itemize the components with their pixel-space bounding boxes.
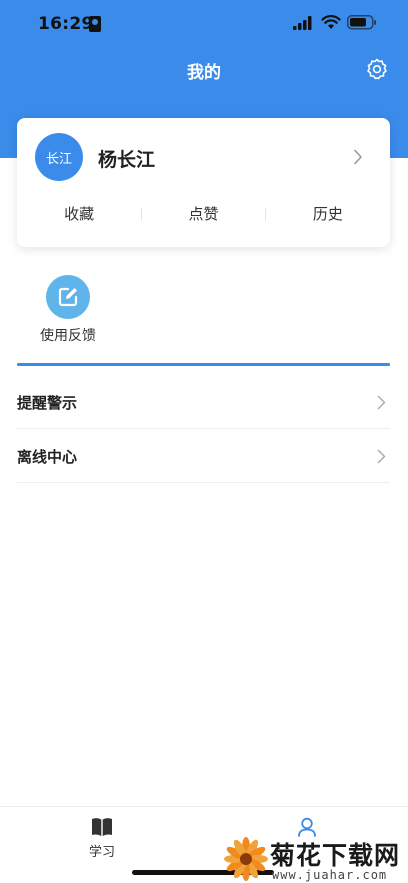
menu-item-label: 提醒警示 xyxy=(17,394,78,412)
site-watermark: 菊花下载网 www.juahar.com xyxy=(224,836,408,883)
settings-gear-icon[interactable] xyxy=(365,57,389,81)
tab-label: 学习 xyxy=(88,845,115,860)
menu-item-alerts[interactable]: 提醒警示 xyxy=(17,375,390,429)
avatar[interactable]: 长江 xyxy=(35,133,83,181)
feedback-icon-circle[interactable] xyxy=(46,275,90,319)
profile-card[interactable]: 长江 杨长江 收藏 点赞 历史 xyxy=(17,118,390,247)
feedback-label: 使用反馈 xyxy=(40,328,96,344)
battery-icon xyxy=(347,15,376,30)
watermark-url: www.juahar.com xyxy=(272,868,388,882)
book-icon xyxy=(92,818,112,836)
flower-logo-icon xyxy=(224,837,268,881)
menu-item-label: 离线中心 xyxy=(17,448,78,466)
stat-likes[interactable]: 点赞 xyxy=(141,202,265,226)
menu-item-offline-center[interactable]: 离线中心 xyxy=(17,429,390,483)
chevron-right-icon xyxy=(377,395,386,410)
watermark-title: 菊花下载网 xyxy=(270,841,401,870)
stat-divider xyxy=(265,208,266,221)
status-time: 16:29 xyxy=(38,14,94,34)
edit-icon xyxy=(58,287,78,307)
user-icon xyxy=(298,817,316,837)
stat-divider xyxy=(141,208,142,221)
status-bar: 16:29 xyxy=(0,0,408,48)
feedback-button[interactable]: 使用反馈 xyxy=(28,275,108,345)
section-divider xyxy=(17,363,390,366)
user-name: 杨长江 xyxy=(98,149,156,171)
stats-row: 收藏 点赞 历史 xyxy=(17,202,390,226)
wifi-icon xyxy=(321,15,341,29)
chevron-right-icon xyxy=(377,449,386,464)
id-card-icon xyxy=(89,16,101,32)
stat-favorites[interactable]: 收藏 xyxy=(17,202,141,226)
stat-history[interactable]: 历史 xyxy=(266,202,390,226)
chevron-right-icon[interactable] xyxy=(353,149,363,165)
signal-icon xyxy=(293,16,312,30)
tab-study[interactable]: 学习 xyxy=(52,815,152,861)
page-title: 我的 xyxy=(187,63,221,83)
